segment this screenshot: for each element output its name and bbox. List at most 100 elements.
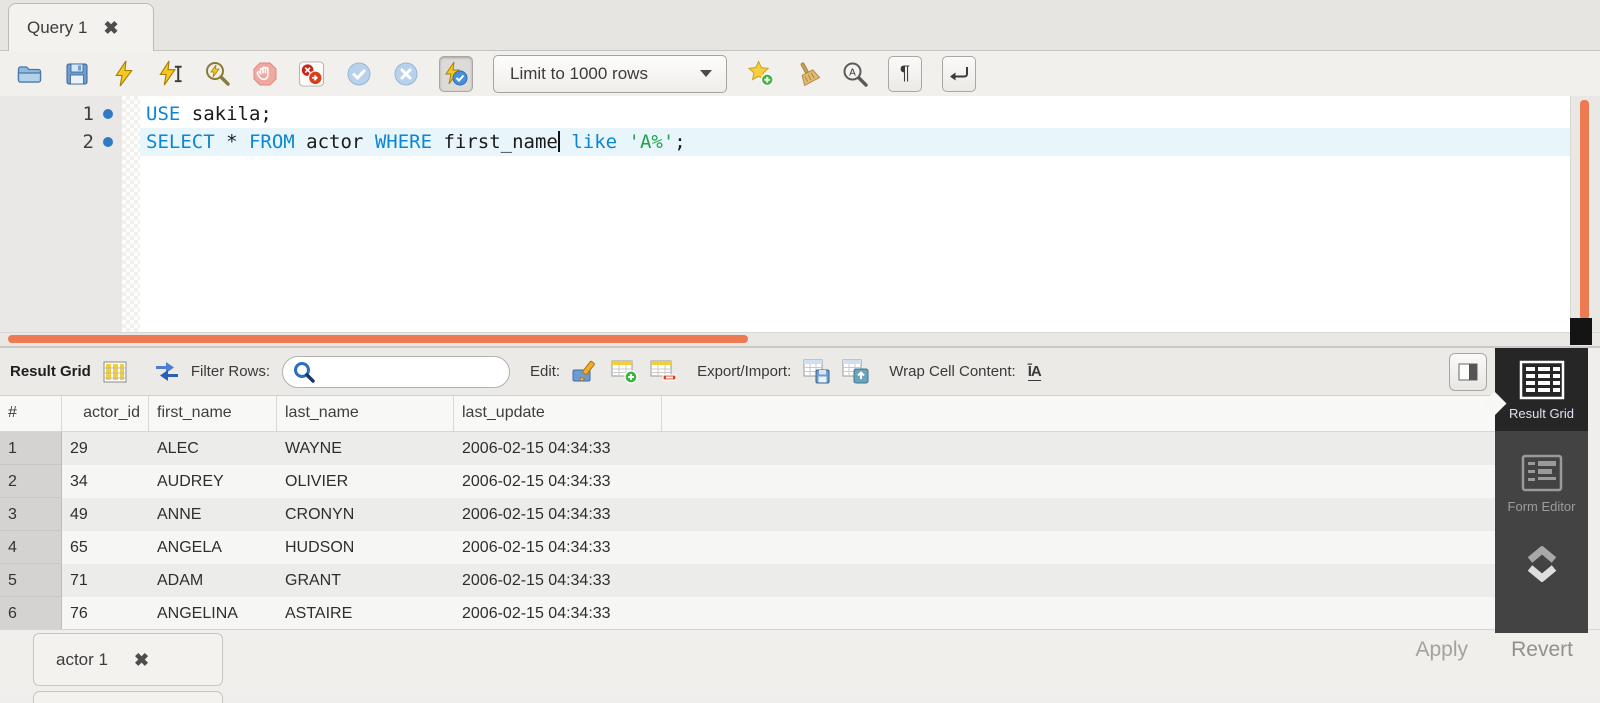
row-limit-value: Limit to 1000 rows — [510, 64, 648, 84]
table-row[interactable]: 571ADAMGRANT2006-02-15 04:34:33 — [0, 564, 1495, 597]
column-header-first_name[interactable]: first_name — [149, 396, 277, 431]
row-limit-dropdown[interactable]: Limit to 1000 rows — [493, 55, 727, 93]
sidebar-item-result-grid[interactable]: Result Grid — [1495, 348, 1588, 431]
column-header-rownum[interactable]: # — [0, 396, 62, 431]
close-icon[interactable]: ✖ — [103, 19, 118, 37]
cell[interactable]: ALEC — [149, 432, 277, 465]
cell[interactable]: GRANT — [277, 564, 454, 597]
explain-query-icon[interactable] — [204, 60, 231, 87]
cell[interactable]: 65 — [62, 531, 149, 564]
filter-rows-searchbox[interactable] — [282, 356, 510, 388]
toggle-stop-on-error-icon[interactable] — [298, 60, 325, 87]
editor-horizontal-scrollbar-thumb[interactable] — [8, 335, 748, 343]
commit-icon[interactable] — [345, 60, 372, 87]
execute-current-statement-icon[interactable] — [157, 60, 184, 87]
edit-label: Edit: — [530, 363, 560, 380]
row-number[interactable]: 1 — [0, 432, 62, 465]
cell[interactable]: 76 — [62, 597, 149, 629]
execute-query-icon[interactable] — [110, 60, 137, 87]
cell[interactable]: ANNE — [149, 498, 277, 531]
cell[interactable]: ANGELINA — [149, 597, 277, 629]
cell[interactable]: ANGELA — [149, 531, 277, 564]
row-number[interactable]: 6 — [0, 597, 62, 629]
toggle-side-panel-button[interactable] — [1449, 353, 1487, 391]
sidebar-item-form-editor[interactable]: Form Editor — [1495, 431, 1588, 520]
import-recordset-icon[interactable] — [842, 359, 869, 384]
editor-line[interactable]: 1 USE sakila; — [0, 100, 1570, 128]
delete-row-icon[interactable] — [650, 359, 677, 384]
close-icon[interactable]: ✖ — [134, 651, 149, 669]
grid-columns-icon — [103, 361, 127, 383]
sql-token: sakila; — [180, 103, 272, 125]
scrollbar-corner — [1570, 318, 1592, 345]
line-content[interactable]: USE sakila; — [140, 100, 1570, 128]
find-icon[interactable]: A — [841, 60, 868, 87]
rollback-icon[interactable] — [392, 60, 419, 87]
row-number[interactable]: 4 — [0, 531, 62, 564]
cell[interactable]: ADAM — [149, 564, 277, 597]
sql-token: SELECT — [146, 131, 215, 153]
refresh-icon[interactable] — [155, 361, 179, 382]
column-header-last_name[interactable]: last_name — [277, 396, 454, 431]
sql-token: FROM — [249, 131, 295, 153]
toggle-autocommit-button[interactable] — [439, 56, 473, 92]
tab-actor-1[interactable]: actor 1 ✖ — [33, 633, 223, 686]
export-recordset-icon[interactable] — [803, 359, 830, 384]
cell[interactable]: 2006-02-15 04:34:33 — [454, 531, 662, 564]
editor-line[interactable]: 2 SELECT * FROM actor WHERE first_name l… — [0, 128, 1570, 156]
add-row-icon[interactable] — [611, 359, 638, 384]
table-row[interactable]: 349ANNECRONYN2006-02-15 04:34:33 — [0, 498, 1495, 531]
cell[interactable]: WAYNE — [277, 432, 454, 465]
cell[interactable]: 34 — [62, 465, 149, 498]
cell[interactable]: 2006-02-15 04:34:33 — [454, 597, 662, 629]
wrap-cell-content-icon[interactable]: ĪA — [1028, 363, 1041, 381]
search-icon — [293, 361, 315, 383]
cell[interactable]: OLIVIER — [277, 465, 454, 498]
edit-record-icon[interactable] — [572, 360, 599, 383]
line-number: 1 — [0, 100, 94, 128]
table-row[interactable]: 465ANGELAHUDSON2006-02-15 04:34:33 — [0, 531, 1495, 564]
open-file-icon[interactable] — [16, 60, 43, 87]
sql-editor[interactable]: 1 USE sakila; 2 SELECT * FROM actor WHER… — [0, 96, 1600, 332]
cell[interactable]: ASTAIRE — [277, 597, 454, 629]
cell[interactable]: 2006-02-15 04:34:33 — [454, 432, 662, 465]
cell[interactable]: 71 — [62, 564, 149, 597]
code-area[interactable]: 1 USE sakila; 2 SELECT * FROM actor WHER… — [0, 100, 1570, 156]
beautify-icon[interactable] — [794, 60, 821, 87]
row-number[interactable]: 5 — [0, 564, 62, 597]
chevron-up-icon[interactable] — [1525, 546, 1559, 563]
row-number[interactable]: 3 — [0, 498, 62, 531]
line-content[interactable]: SELECT * FROM actor WHERE first_name lik… — [140, 128, 1570, 156]
filter-rows-input[interactable] — [321, 362, 509, 381]
chevron-down-icon[interactable] — [1525, 565, 1559, 582]
wrap-text-button[interactable] — [942, 56, 976, 92]
save-file-icon[interactable] — [63, 60, 90, 87]
table-row[interactable]: 676ANGELINAASTAIRE2006-02-15 04:34:33 — [0, 597, 1495, 629]
revert-button[interactable]: Revert — [1511, 638, 1573, 662]
cell-filler — [662, 432, 1495, 465]
sidebar-item-label: Result Grid — [1507, 406, 1577, 421]
column-header-last_update[interactable]: last_update — [454, 396, 662, 431]
table-row[interactable]: 129ALECWAYNE2006-02-15 04:34:33 — [0, 432, 1495, 465]
cell[interactable]: 2006-02-15 04:34:33 — [454, 465, 662, 498]
tab-query-1[interactable]: Query 1 ✖ — [8, 3, 154, 51]
cell[interactable]: AUDREY — [149, 465, 277, 498]
editor-vertical-scrollbar-thumb[interactable] — [1580, 100, 1589, 320]
result-grid: #actor_idfirst_namelast_namelast_update … — [0, 396, 1495, 629]
apply-button[interactable]: Apply — [1415, 638, 1468, 662]
cell[interactable]: HUDSON — [277, 531, 454, 564]
stop-query-icon[interactable] — [251, 60, 278, 87]
cell[interactable]: 2006-02-15 04:34:33 — [454, 498, 662, 531]
save-snippet-icon[interactable] — [747, 60, 774, 87]
sql-token: first_name — [432, 131, 558, 153]
cell[interactable]: 49 — [62, 498, 149, 531]
show-invisibles-button[interactable]: ¶ — [888, 56, 922, 92]
cell[interactable]: CRONYN — [277, 498, 454, 531]
column-header-actor_id[interactable]: actor_id — [62, 396, 149, 431]
cell[interactable]: 2006-02-15 04:34:33 — [454, 564, 662, 597]
row-number[interactable]: 2 — [0, 465, 62, 498]
sql-toolbar: Limit to 1000 rows A ¶ — [0, 51, 1600, 96]
sql-token: like — [571, 131, 617, 153]
table-row[interactable]: 234AUDREYOLIVIER2006-02-15 04:34:33 — [0, 465, 1495, 498]
cell[interactable]: 29 — [62, 432, 149, 465]
